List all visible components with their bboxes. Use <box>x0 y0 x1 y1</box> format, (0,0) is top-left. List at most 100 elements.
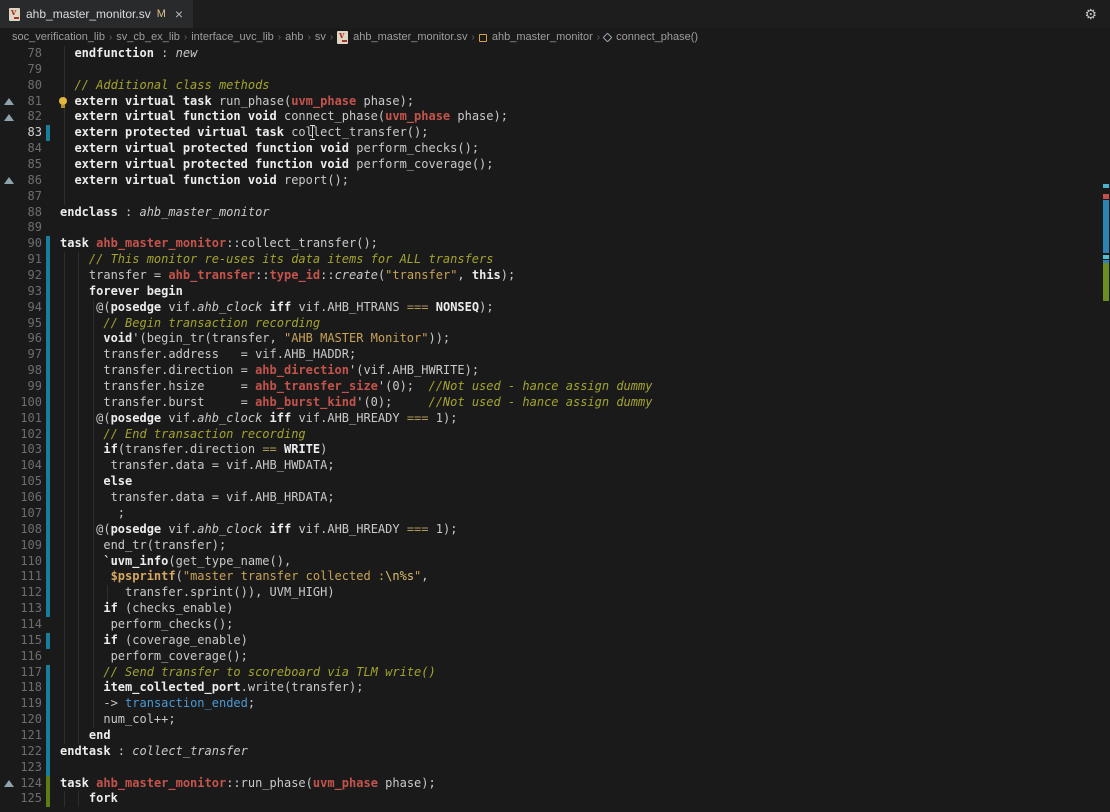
line-number[interactable]: 106 <box>0 490 42 506</box>
code-line[interactable]: 105 else <box>0 474 1110 490</box>
line-number[interactable]: 87 <box>0 189 42 205</box>
code-line[interactable]: 96 void'(begin_tr(transfer, "AHB MASTER … <box>0 331 1110 347</box>
code-line[interactable]: 88endclass : ahb_master_monitor <box>0 205 1110 221</box>
line-number[interactable]: 108 <box>0 522 42 538</box>
code-line[interactable]: 114 perform_checks(); <box>0 617 1110 633</box>
code-line[interactable]: 94 @(posedge vif.ahb_clock iff vif.AHB_H… <box>0 300 1110 316</box>
line-number[interactable]: 93 <box>0 284 42 300</box>
code-line[interactable]: 99 transfer.hsize = ahb_transfer_size'(0… <box>0 379 1110 395</box>
line-number[interactable]: 111 <box>0 569 42 585</box>
line-number[interactable]: 120 <box>0 712 42 728</box>
code-line[interactable]: 93 forever begin <box>0 284 1110 300</box>
code-line[interactable]: 81 extern virtual task run_phase(uvm_pha… <box>0 94 1110 110</box>
tab-ahb-master-monitor[interactable]: ahb_master_monitor.sv M × <box>0 0 193 28</box>
line-number[interactable]: 102 <box>0 427 42 443</box>
code-line[interactable]: 106 transfer.data = vif.AHB_HRDATA; <box>0 490 1110 506</box>
line-number[interactable]: 125 <box>0 791 42 807</box>
code-line[interactable]: 87 <box>0 189 1110 205</box>
breadcrumb-item[interactable]: interface_uvc_lib <box>189 31 276 43</box>
line-number[interactable]: 115 <box>0 633 42 649</box>
code-line[interactable]: 102 // End transaction recording <box>0 427 1110 443</box>
line-number[interactable]: 83 <box>0 125 42 141</box>
code-line[interactable]: 97 transfer.address = vif.AHB_HADDR; <box>0 347 1110 363</box>
line-number[interactable]: 82 <box>0 109 42 125</box>
line-number[interactable]: 78 <box>0 46 42 62</box>
line-number[interactable]: 88 <box>0 205 42 221</box>
code-line[interactable]: 125 fork <box>0 791 1110 807</box>
code-line[interactable]: 110 `uvm_info(get_type_name(), <box>0 554 1110 570</box>
breadcrumb-item[interactable]: ahb_master_monitor.sv <box>351 31 469 43</box>
line-number[interactable]: 90 <box>0 236 42 252</box>
line-number[interactable]: 95 <box>0 316 42 332</box>
code-line[interactable]: 89 <box>0 220 1110 236</box>
line-number[interactable]: 100 <box>0 395 42 411</box>
code-line[interactable]: 91 // This monitor re-uses its data item… <box>0 252 1110 268</box>
line-number[interactable]: 96 <box>0 331 42 347</box>
code-line[interactable]: 124task ahb_master_monitor::run_phase(uv… <box>0 776 1110 792</box>
code-line[interactable]: 83 extern protected virtual task collect… <box>0 125 1110 141</box>
breadcrumb-item[interactable]: soc_verification_lib <box>10 31 107 43</box>
code-line[interactable]: 120 num_col++; <box>0 712 1110 728</box>
breadcrumb-item[interactable]: ahb_master_monitor <box>490 31 595 43</box>
code-line[interactable]: 115 if (coverage_enable) <box>0 633 1110 649</box>
line-number[interactable]: 91 <box>0 252 42 268</box>
line-number[interactable]: 113 <box>0 601 42 617</box>
line-number[interactable]: 110 <box>0 554 42 570</box>
line-number[interactable]: 85 <box>0 157 42 173</box>
line-number[interactable]: 79 <box>0 62 42 78</box>
code-line[interactable]: 79 <box>0 62 1110 78</box>
line-number[interactable]: 117 <box>0 665 42 681</box>
code-line[interactable]: 122endtask : collect_transfer <box>0 744 1110 760</box>
code-line[interactable]: 90task ahb_master_monitor::collect_trans… <box>0 236 1110 252</box>
code-line[interactable]: 82 extern virtual function void connect_… <box>0 109 1110 125</box>
line-number[interactable]: 105 <box>0 474 42 490</box>
code-line[interactable]: 121 end <box>0 728 1110 744</box>
line-number[interactable]: 112 <box>0 585 42 601</box>
line-number[interactable]: 124 <box>0 776 42 792</box>
overview-ruler-scrollbar[interactable] <box>1100 0 1110 812</box>
line-number[interactable]: 116 <box>0 649 42 665</box>
code-line[interactable]: 108 @(posedge vif.ahb_clock iff vif.AHB_… <box>0 522 1110 538</box>
line-number[interactable]: 92 <box>0 268 42 284</box>
code-line[interactable]: 116 perform_coverage(); <box>0 649 1110 665</box>
breadcrumb-item[interactable]: sv_cb_ex_lib <box>114 31 182 43</box>
code-line[interactable]: 86 extern virtual function void report()… <box>0 173 1110 189</box>
code-line[interactable]: 100 transfer.burst = ahb_burst_kind'(0);… <box>0 395 1110 411</box>
line-number[interactable]: 89 <box>0 220 42 236</box>
line-number[interactable]: 84 <box>0 141 42 157</box>
code-line[interactable]: 80 // Additional class methods <box>0 78 1110 94</box>
gear-icon[interactable]: ⚙ <box>1084 6 1097 23</box>
code-area[interactable]: 78 endfunction : new7980 // Additional c… <box>0 46 1110 812</box>
code-line[interactable]: 118 item_collected_port.write(transfer); <box>0 680 1110 696</box>
line-number[interactable]: 123 <box>0 760 42 776</box>
code-line[interactable]: 111 $psprintf("master transfer collected… <box>0 569 1110 585</box>
line-number[interactable]: 98 <box>0 363 42 379</box>
code-line[interactable]: 109 end_tr(transfer); <box>0 538 1110 554</box>
code-line[interactable]: 84 extern virtual protected function voi… <box>0 141 1110 157</box>
line-number[interactable]: 81 <box>0 94 42 110</box>
line-number[interactable]: 80 <box>0 78 42 94</box>
line-number[interactable]: 103 <box>0 442 42 458</box>
line-number[interactable]: 101 <box>0 411 42 427</box>
code-line[interactable]: 112 transfer.sprint()), UVM_HIGH) <box>0 585 1110 601</box>
code-line[interactable]: 98 transfer.direction = ahb_direction'(v… <box>0 363 1110 379</box>
line-number[interactable]: 119 <box>0 696 42 712</box>
breadcrumb-item[interactable]: connect_phase() <box>614 31 700 43</box>
code-line[interactable]: 78 endfunction : new <box>0 46 1110 62</box>
breadcrumb-item[interactable]: ahb <box>283 31 305 43</box>
code-line[interactable]: 123 <box>0 760 1110 776</box>
line-number[interactable]: 107 <box>0 506 42 522</box>
line-number[interactable]: 122 <box>0 744 42 760</box>
line-number[interactable]: 118 <box>0 680 42 696</box>
line-number[interactable]: 86 <box>0 173 42 189</box>
close-icon[interactable]: × <box>175 7 183 21</box>
line-number[interactable]: 99 <box>0 379 42 395</box>
code-line[interactable]: 92 transfer = ahb_transfer::type_id::cre… <box>0 268 1110 284</box>
line-number[interactable]: 121 <box>0 728 42 744</box>
code-line[interactable]: 103 if(transfer.direction == WRITE) <box>0 442 1110 458</box>
code-line[interactable]: 85 extern virtual protected function voi… <box>0 157 1110 173</box>
line-number[interactable]: 109 <box>0 538 42 554</box>
code-line[interactable]: 95 // Begin transaction recording <box>0 316 1110 332</box>
code-line[interactable]: 104 transfer.data = vif.AHB_HWDATA; <box>0 458 1110 474</box>
breadcrumb-item[interactable]: sv <box>313 31 328 43</box>
